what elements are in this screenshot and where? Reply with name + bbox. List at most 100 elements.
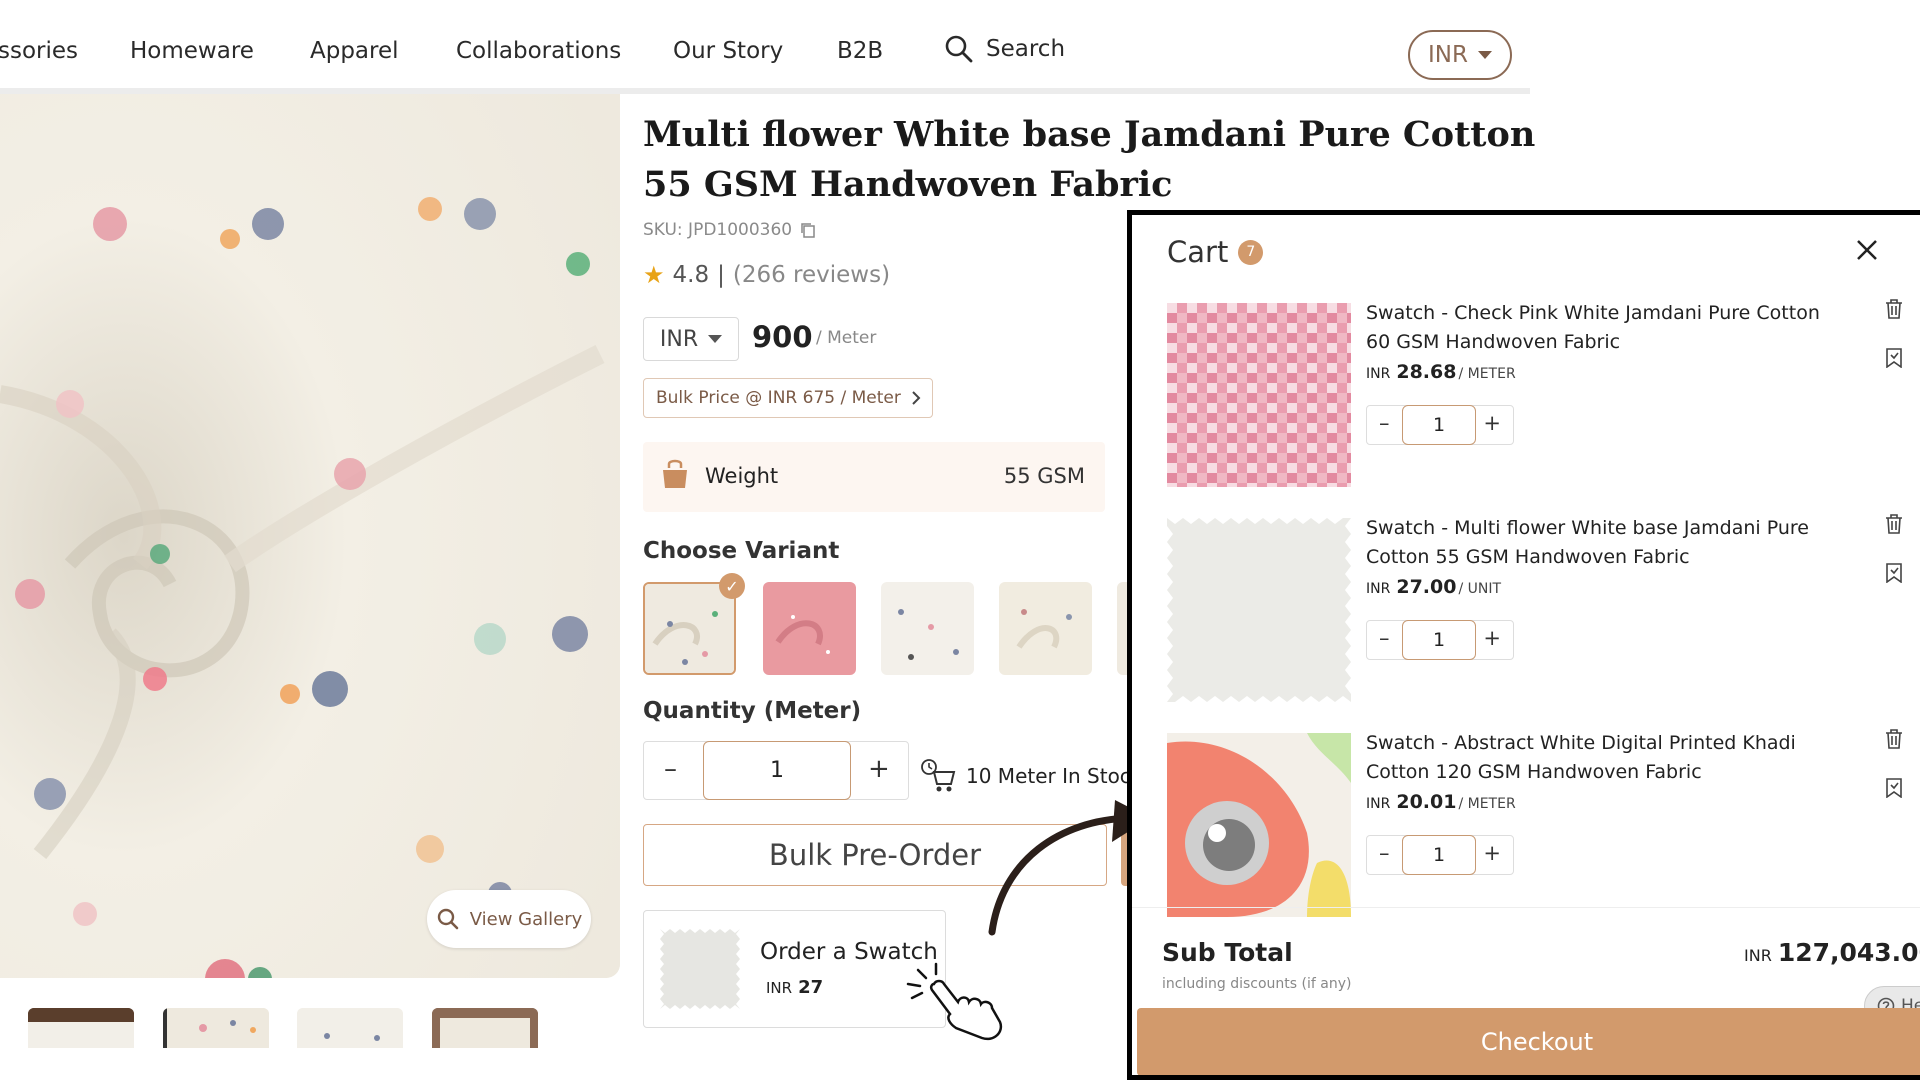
- cart-item-increase-button[interactable]: +: [1483, 626, 1501, 650]
- cart-item-unit: / METER: [1458, 366, 1516, 382]
- close-icon[interactable]: [1854, 237, 1880, 263]
- product-sku: SKU: JPD1000360: [643, 220, 816, 240]
- nav-item-our-story[interactable]: Our Story: [673, 38, 783, 64]
- quantity-decrease-button[interactable]: –: [664, 754, 677, 784]
- product-main-image[interactable]: [0, 94, 620, 978]
- sku-text: SKU: JPD1000360: [643, 220, 793, 240]
- save-for-later-icon[interactable]: [1885, 778, 1903, 798]
- rating-value: 4.8: [672, 262, 710, 288]
- nav-item-apparel[interactable]: Apparel: [310, 38, 399, 64]
- reviews-link[interactable]: (266 reviews): [733, 262, 890, 288]
- pink-check-fabric: [1167, 303, 1351, 487]
- cart-item-decrease-button[interactable]: –: [1379, 411, 1390, 435]
- variant-heading: Choose Variant: [643, 538, 840, 564]
- quantity-heading: Quantity (Meter): [643, 698, 862, 724]
- save-for-later-icon[interactable]: [1885, 563, 1903, 583]
- trash-icon[interactable]: [1885, 729, 1903, 749]
- subtotal-label: Sub Total: [1162, 938, 1293, 967]
- cart-item-quantity-input[interactable]: 1: [1402, 835, 1476, 875]
- cart-item-quantity-input[interactable]: 1: [1402, 405, 1476, 445]
- chevron-right-icon: [912, 391, 921, 405]
- price-currency-select[interactable]: INR: [643, 317, 739, 361]
- top-navigation: ssories Homeware Apparel Collaborations …: [0, 0, 1530, 94]
- cart-item-price: INR 27.00/ UNIT: [1366, 576, 1501, 598]
- checkout-label: Checkout: [1480, 1028, 1594, 1056]
- gallery-thumbnail[interactable]: [28, 1008, 134, 1048]
- variant-option-pink[interactable]: [763, 582, 856, 675]
- cart-item-quantity-input[interactable]: 1: [1402, 620, 1476, 660]
- nav-item-b2b[interactable]: B2B: [837, 38, 883, 64]
- cart-item-name[interactable]: Swatch - Abstract White Digital Printed …: [1366, 729, 1846, 787]
- gallery-thumbnail[interactable]: [297, 1008, 403, 1048]
- weight-label: Weight: [705, 464, 779, 488]
- white-swatch-fabric: [1167, 518, 1351, 702]
- cart-count-badge: 7: [1238, 239, 1264, 265]
- pointer-hand-icon: [906, 962, 1003, 1041]
- quantity-increase-button[interactable]: +: [868, 754, 890, 784]
- bulk-price-link[interactable]: Bulk Price @ INR 675 / Meter: [643, 378, 933, 418]
- cart-item-increase-button[interactable]: +: [1483, 841, 1501, 865]
- chevron-down-icon: [708, 335, 723, 343]
- chevron-down-icon: [1477, 51, 1492, 59]
- checkout-button[interactable]: Checkout: [1137, 1008, 1920, 1075]
- nav-item-homeware[interactable]: Homeware: [130, 38, 254, 64]
- cart-item: Swatch - Abstract White Digital Printed …: [1167, 729, 1912, 929]
- product-title: Multi flower White base Jamdani Pure Cot…: [643, 114, 1536, 205]
- quantity-stepper: – 1 +: [643, 741, 909, 800]
- product-rating: ★ 4.8 | (266 reviews): [643, 261, 890, 289]
- trash-icon[interactable]: [1885, 514, 1903, 534]
- cart-item-price-value: 28.68: [1396, 361, 1457, 383]
- search-label: Search: [986, 36, 1066, 62]
- weight-spec: Weight 55 GSM: [643, 442, 1105, 512]
- search-icon: [945, 35, 973, 63]
- cart-item-unit: / METER: [1458, 796, 1516, 812]
- price-unit: / Meter: [816, 328, 877, 348]
- view-gallery-button[interactable]: View Gallery: [427, 890, 591, 948]
- subtotal-amount: 127,043.00: [1777, 938, 1920, 967]
- nav-item-accessories[interactable]: ssories: [0, 38, 78, 64]
- cart-item-name[interactable]: Swatch - Check Pink White Jamdani Pure C…: [1366, 299, 1846, 357]
- variant-image: [881, 582, 974, 675]
- weight-value: 55 GSM: [1003, 464, 1085, 488]
- gallery-thumbnail[interactable]: [163, 1008, 269, 1048]
- rating-separator: |: [717, 262, 725, 288]
- product-price: 900: [752, 320, 813, 354]
- swatch-thumbnail: [660, 929, 740, 1009]
- cart-item-image: [1167, 518, 1351, 702]
- thumbnail-image: [432, 1008, 538, 1048]
- currency-label: INR: [1428, 42, 1468, 68]
- view-gallery-label: View Gallery: [469, 908, 583, 930]
- cart-title: Cart: [1167, 235, 1229, 269]
- cart-item-name[interactable]: Swatch - Multi flower White base Jamdani…: [1366, 514, 1846, 572]
- subtotal-value: INR 127,043.00: [1744, 938, 1920, 967]
- cart-item-decrease-button[interactable]: –: [1379, 841, 1390, 865]
- cart-item-quantity-stepper: – 1 +: [1366, 620, 1514, 660]
- subtotal-note: including discounts (if any): [1162, 976, 1352, 992]
- swatch-price: INR 27: [766, 977, 823, 998]
- cart-drawer: Cart 7 Swatch - Check Pink White Jamdani…: [1127, 210, 1920, 1080]
- cart-item-unit: / UNIT: [1458, 581, 1502, 597]
- currency-selector[interactable]: INR: [1408, 30, 1512, 80]
- thumbnail-image: [28, 1008, 134, 1048]
- cart-item-increase-button[interactable]: +: [1483, 411, 1501, 435]
- nav-item-collaborations[interactable]: Collaborations: [456, 38, 621, 64]
- quantity-input[interactable]: 1: [703, 741, 851, 800]
- variant-option-white-triangles[interactable]: [881, 582, 974, 675]
- cart-item-decrease-button[interactable]: –: [1379, 626, 1390, 650]
- variant-option-cream[interactable]: [999, 582, 1092, 675]
- cart-item-currency: INR: [1366, 366, 1391, 382]
- variant-image: [645, 584, 734, 673]
- cart-item-quantity-stepper: – 1 +: [1366, 835, 1514, 875]
- order-swatch-card[interactable]: Order a Swatch INR 27: [643, 910, 946, 1028]
- trash-icon[interactable]: [1885, 299, 1903, 319]
- cart-item-price: INR 20.01/ METER: [1366, 791, 1516, 813]
- copy-icon[interactable]: [800, 222, 816, 238]
- cart-header: Cart 7: [1167, 235, 1264, 269]
- gallery-thumbnail[interactable]: [432, 1008, 538, 1048]
- nav-search[interactable]: Search: [944, 34, 1065, 64]
- cart-item-image: [1167, 303, 1351, 487]
- variant-option-multi-flower[interactable]: [643, 582, 736, 675]
- cart-item-currency: INR: [1366, 796, 1391, 812]
- cart-item-currency: INR: [1366, 581, 1391, 597]
- save-for-later-icon[interactable]: [1885, 348, 1903, 368]
